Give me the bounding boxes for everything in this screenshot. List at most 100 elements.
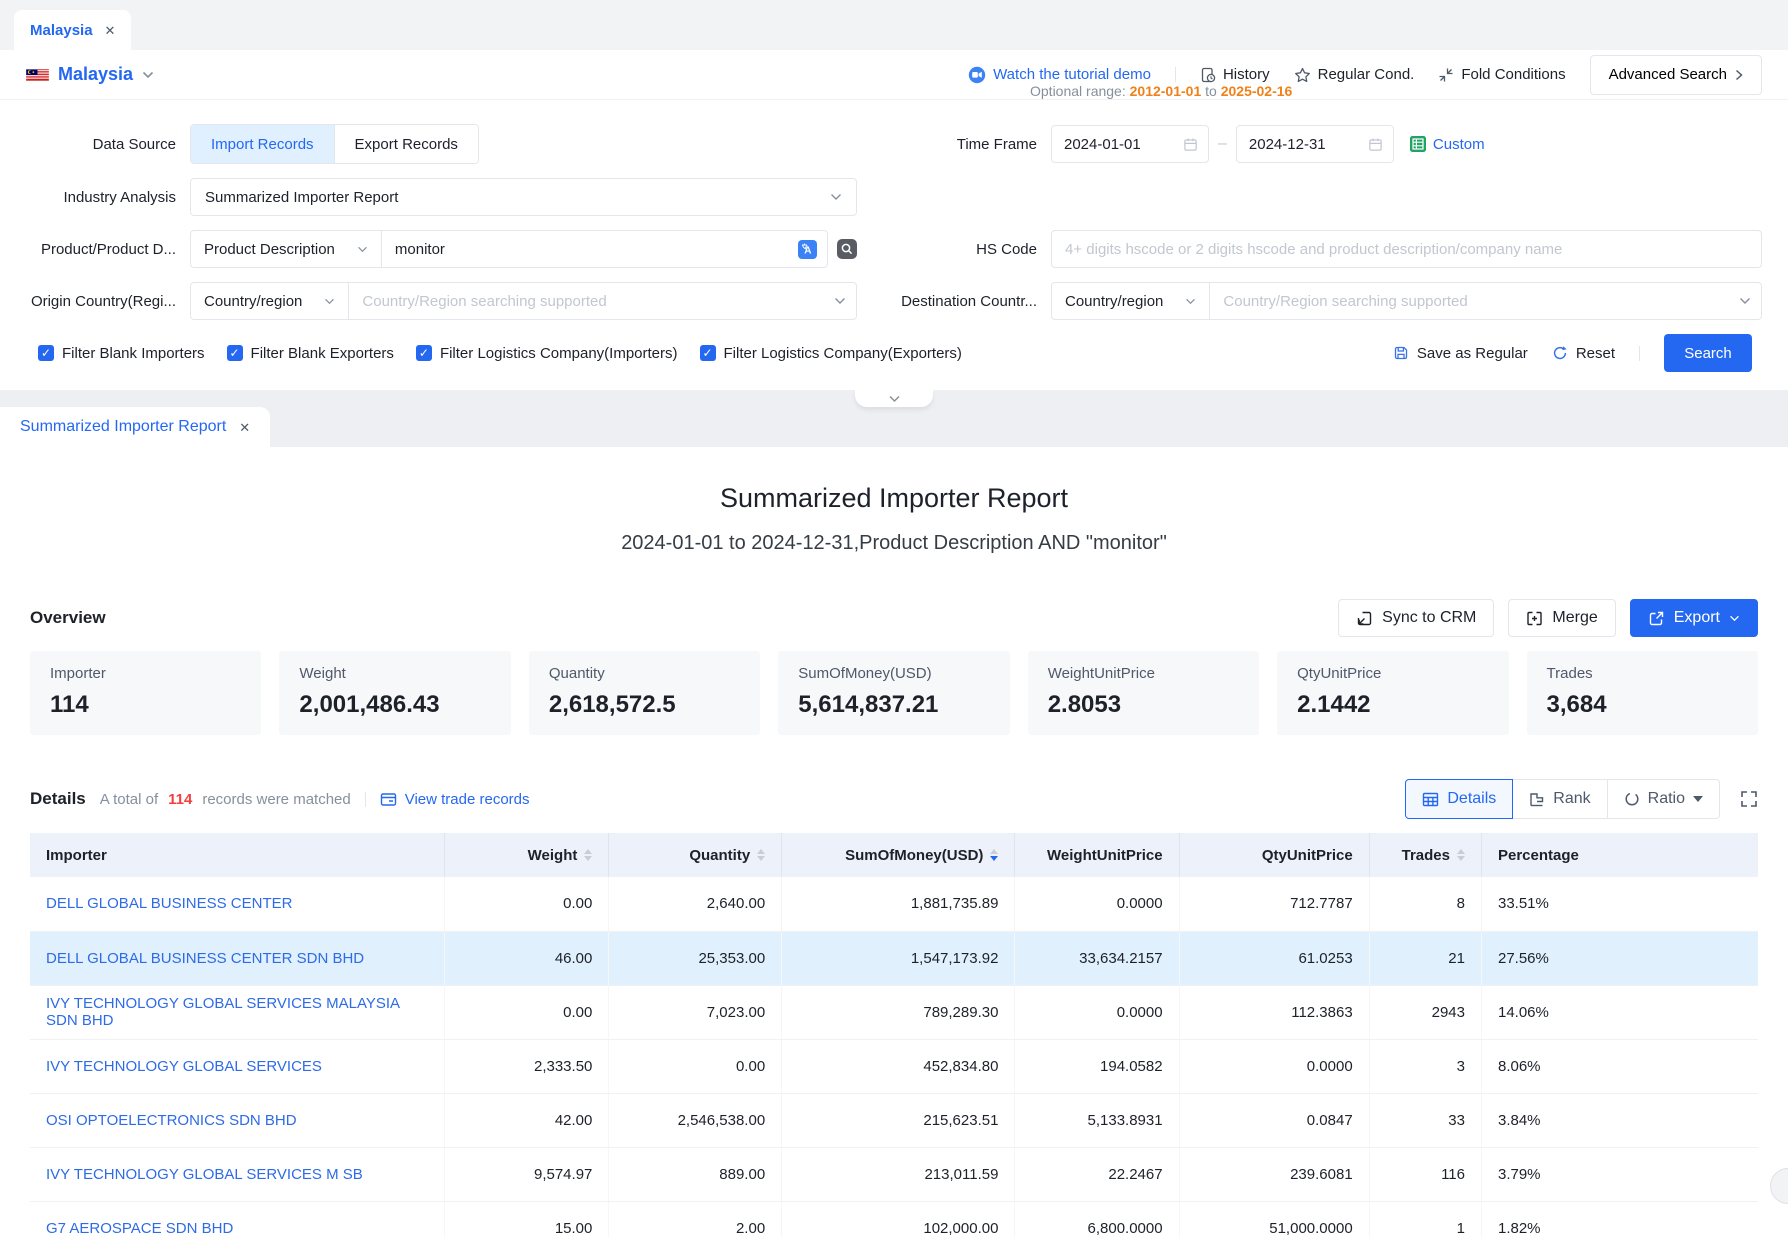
tutorial-link[interactable]: Watch the tutorial demo <box>968 66 1151 84</box>
filter-checkbox[interactable]: ✓ Filter Blank Importers <box>38 345 205 362</box>
column-header-sumofmoney-usd-[interactable]: SumOfMoney(USD) <box>782 833 1015 877</box>
export-label: Export <box>1674 609 1720 627</box>
chevron-down-icon <box>834 297 846 305</box>
sort-icon[interactable] <box>1457 849 1465 861</box>
product-type-select[interactable]: Product Description <box>191 231 382 267</box>
filter-checkbox[interactable]: ✓Filter Blank Exporters <box>227 345 394 362</box>
stat-card: WeightUnitPrice2.8053 <box>1028 651 1259 735</box>
regular-cond-button[interactable]: Regular Cond. <box>1294 66 1415 83</box>
merge-icon <box>1526 610 1543 627</box>
matched-prefix: A total of <box>100 791 158 808</box>
importer-link[interactable]: IVY TECHNOLOGY GLOBAL SERVICES M SB <box>46 1166 363 1183</box>
import-records-option[interactable]: Import Records <box>191 125 334 163</box>
cell-sumofmoney-usd-: 213,011.59 <box>782 1147 1015 1201</box>
column-header-qtyunitprice: QtyUnitPrice <box>1179 833 1369 877</box>
chevron-down-icon <box>1729 615 1740 622</box>
cell-weight: 46.00 <box>445 931 609 985</box>
importer-link[interactable]: IVY TECHNOLOGY GLOBAL SERVICES <box>46 1058 322 1075</box>
fold-conditions-button[interactable]: Fold Conditions <box>1438 66 1565 83</box>
checkbox-checked-icon[interactable]: ✓ <box>227 345 243 361</box>
hs-code-input[interactable] <box>1065 241 1748 258</box>
sort-icon[interactable] <box>584 849 592 861</box>
origin-type-select[interactable]: Country/region <box>191 283 349 319</box>
view-switch: Details Rank Ratio <box>1405 779 1720 819</box>
cell-qtyunitprice: 0.0847 <box>1179 1093 1369 1147</box>
importer-link[interactable]: IVY TECHNOLOGY GLOBAL SERVICES MALAYSIA … <box>46 995 399 1029</box>
report-tab[interactable]: Summarized Importer Report ✕ <box>0 407 270 447</box>
stat-value: 2.1442 <box>1297 691 1488 719</box>
column-header-quantity[interactable]: Quantity <box>609 833 782 877</box>
product-input[interactable] <box>395 241 790 258</box>
form-row-countries: Origin Country(Regi... Country/region <box>26 282 1762 320</box>
overview-heading: Overview <box>30 608 106 628</box>
close-icon[interactable]: ✕ <box>105 24 116 37</box>
checkbox-checked-icon[interactable]: ✓ <box>416 345 432 361</box>
collapse-search-panel-button[interactable] <box>855 390 933 407</box>
view-trade-records-link[interactable]: View trade records <box>380 791 530 808</box>
stat-label: Trades <box>1547 665 1738 682</box>
country-name: Malaysia <box>58 64 133 85</box>
origin-country-input[interactable] <box>362 293 826 310</box>
importer-link[interactable]: DELL GLOBAL BUSINESS CENTER SDN BHD <box>46 950 364 967</box>
merge-button[interactable]: Merge <box>1508 599 1615 637</box>
importer-cell: IVY TECHNOLOGY GLOBAL SERVICES M SB <box>30 1147 445 1201</box>
history-button[interactable]: History <box>1200 66 1270 83</box>
time-frame-start-input[interactable]: 2024-01-01 <box>1051 125 1209 163</box>
importer-cell: DELL GLOBAL BUSINESS CENTER <box>30 877 445 931</box>
export-icon <box>1648 610 1665 627</box>
calendar-icon <box>1183 137 1198 152</box>
time-frame-end-input[interactable]: 2024-12-31 <box>1236 125 1394 163</box>
cell-quantity: 2,640.00 <box>609 877 782 931</box>
translate-icon[interactable]: A <box>798 240 817 259</box>
advanced-search-button[interactable]: Advanced Search <box>1590 55 1762 95</box>
sync-to-crm-button[interactable]: Sync to CRM <box>1338 599 1494 637</box>
tab-ratio[interactable]: Ratio <box>1607 779 1720 819</box>
chevron-down-icon <box>888 395 901 403</box>
column-label: QtyUnitPrice <box>1262 847 1353 864</box>
industry-analysis-select[interactable]: Summarized Importer Report <box>190 178 857 216</box>
image-search-icon[interactable] <box>837 239 857 259</box>
export-button[interactable]: Export <box>1630 599 1758 637</box>
form-actions: Save as Regular Reset Search <box>1393 334 1762 372</box>
column-header-importer: Importer <box>30 833 445 877</box>
importer-link[interactable]: OSI OPTOELECTRONICS SDN BHD <box>46 1112 297 1129</box>
reset-button[interactable]: Reset <box>1552 345 1615 362</box>
filter-label: Filter Blank Importers <box>62 345 205 362</box>
country-picker[interactable]: Malaysia <box>26 64 154 85</box>
sort-icon[interactable] <box>990 849 998 861</box>
column-label: Importer <box>46 847 107 864</box>
filter-checkbox[interactable]: ✓Filter Logistics Company(Importers) <box>416 345 678 362</box>
checkbox-checked-icon[interactable]: ✓ <box>38 345 54 361</box>
caret-down-icon <box>1693 796 1703 802</box>
export-records-option[interactable]: Export Records <box>334 125 478 163</box>
filter-checkbox[interactable]: ✓Filter Logistics Company(Exporters) <box>700 345 962 362</box>
save-as-regular-button[interactable]: Save as Regular <box>1393 345 1528 362</box>
window-tab-malaysia[interactable]: Malaysia ✕ <box>14 10 131 50</box>
stat-card: Importer114 <box>30 651 261 735</box>
destination-type-select[interactable]: Country/region <box>1052 283 1210 319</box>
form-row-datasource: Data Source Import Records Export Record… <box>26 124 1762 164</box>
report-tab-label: Summarized Importer Report <box>20 418 226 436</box>
custom-range-button[interactable]: Custom <box>1410 136 1485 153</box>
cell-qtyunitprice: 0.0000 <box>1179 1039 1369 1093</box>
details-table: ImporterWeightQuantitySumOfMoney(USD)Wei… <box>30 833 1758 1237</box>
cell-weightunitprice: 33,634.2157 <box>1015 931 1179 985</box>
stat-label: WeightUnitPrice <box>1048 665 1239 682</box>
cell-qtyunitprice: 712.7787 <box>1179 877 1369 931</box>
stat-value: 2,618,572.5 <box>549 691 740 719</box>
tab-rank[interactable]: Rank <box>1512 779 1607 819</box>
close-icon[interactable]: ✕ <box>239 421 250 434</box>
optional-range-end: 2025-02-16 <box>1221 83 1293 99</box>
tutorial-label: Watch the tutorial demo <box>993 66 1151 83</box>
fullscreen-icon[interactable] <box>1740 790 1758 808</box>
column-header-trades[interactable]: Trades <box>1369 833 1481 877</box>
destination-country-input[interactable] <box>1223 293 1731 310</box>
importer-link[interactable]: DELL GLOBAL BUSINESS CENTER <box>46 895 292 912</box>
importer-link[interactable]: G7 AEROSPACE SDN BHD <box>46 1220 233 1237</box>
sort-icon[interactable] <box>757 849 765 861</box>
cell-weightunitprice: 0.0000 <box>1015 877 1179 931</box>
column-header-weight[interactable]: Weight <box>445 833 609 877</box>
checkbox-checked-icon[interactable]: ✓ <box>700 345 716 361</box>
tab-details[interactable]: Details <box>1405 779 1513 819</box>
search-button[interactable]: Search <box>1664 334 1752 372</box>
